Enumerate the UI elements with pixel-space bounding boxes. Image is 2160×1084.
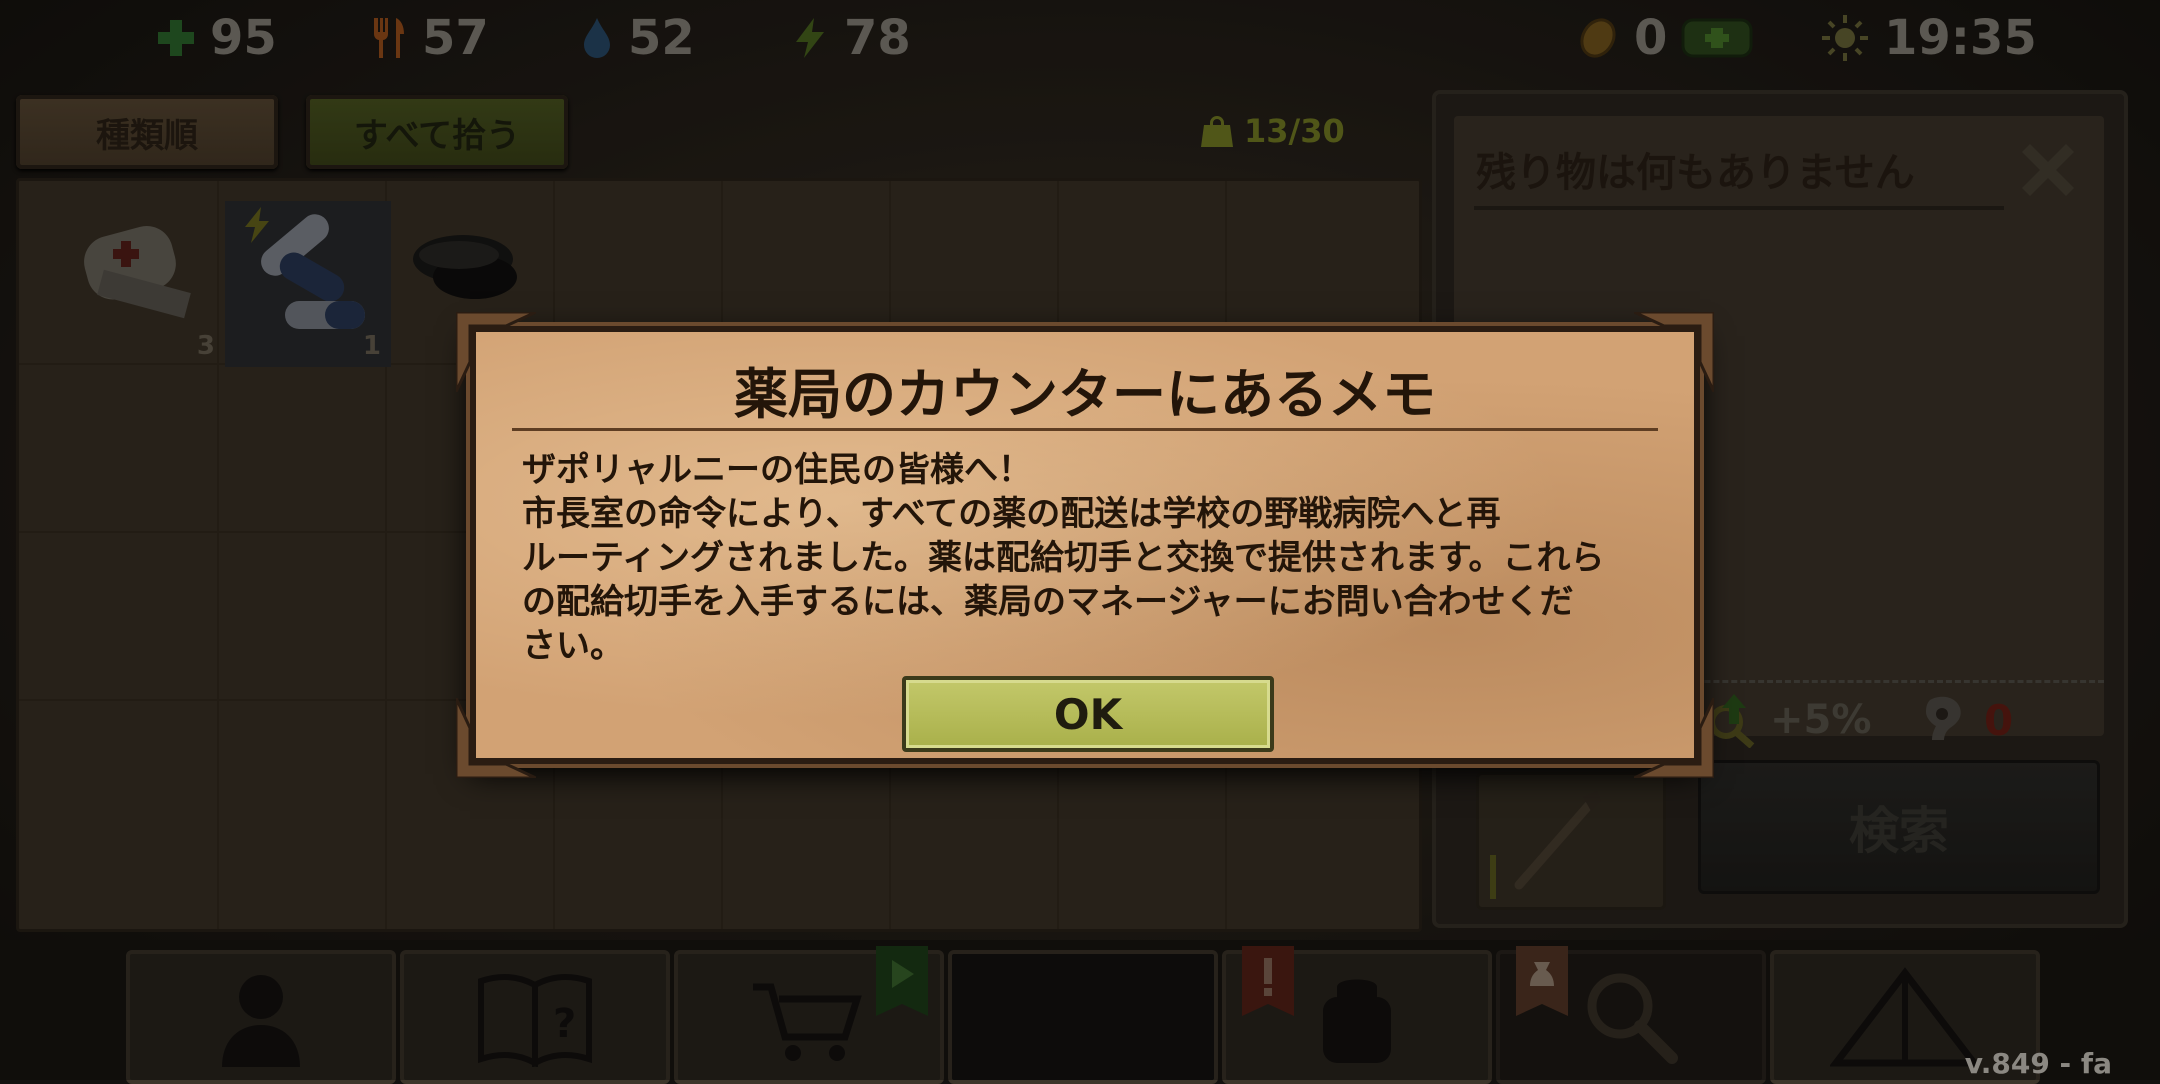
game-screen: 95 57 52 78 0 19:35 種類順 すべて拾う 13/30 3 1 … [0, 0, 2160, 1084]
message-line: ルーティングされました。薬は配給切手と交換で提供されます。これら [522, 538, 1605, 578]
message-line: の配給切手を入手するには、薬局のマネージャーにお問い合わせくだ [522, 582, 1574, 622]
dialog-divider [512, 428, 1658, 431]
dialog-title: 薬局のカウンターにあるメモ [734, 363, 1436, 426]
message-line: 市長室の命令により、すべての薬の配送は学校の野戦病院へと再 [522, 494, 1501, 534]
note-dialog: 薬局のカウンターにあるメモ ザポリャルニーの住民の皆様へ！ 市長室の命令により、… [456, 312, 1714, 778]
ok-button[interactable]: OK [902, 676, 1274, 752]
corner-ornament-icon [1634, 698, 1714, 778]
corner-ornament-icon [456, 698, 536, 778]
message-line: さい。 [522, 626, 624, 666]
dialog-message: ザポリャルニーの住民の皆様へ！ 市長室の命令により、すべての薬の配送は学校の野戦… [522, 448, 1648, 668]
message-line: ザポリャルニーの住民の皆様へ！ [522, 450, 1032, 490]
